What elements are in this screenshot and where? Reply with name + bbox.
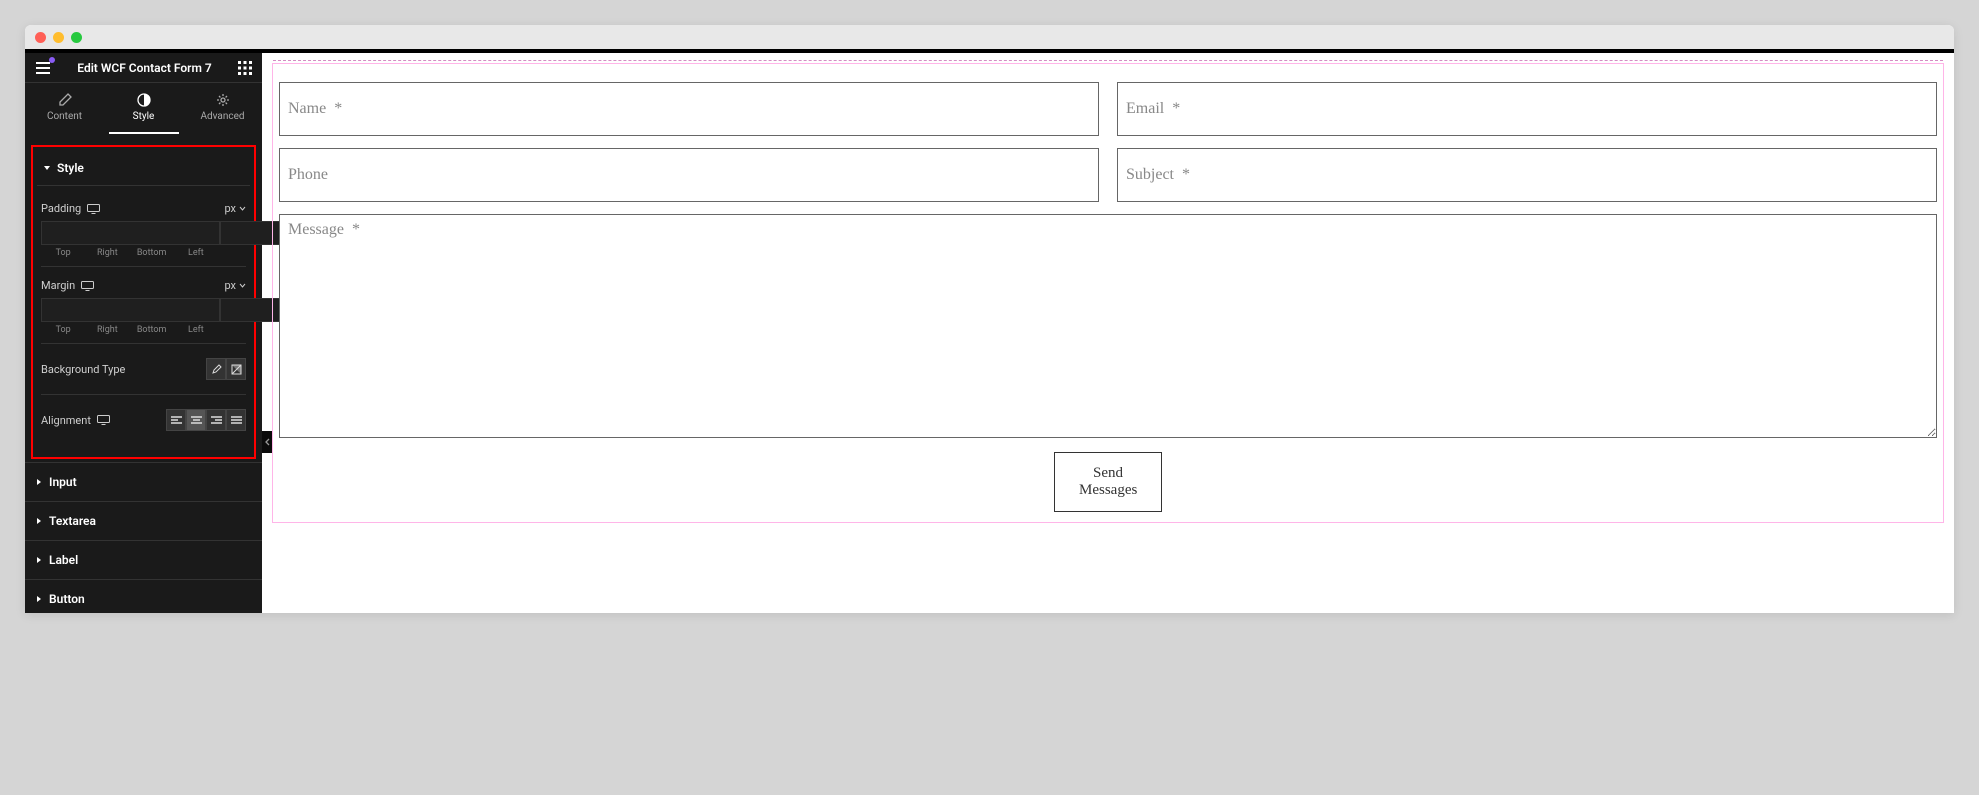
background-type-label: Background Type [41,363,125,376]
sidebar-title: Edit WCF Contact Form 7 [77,61,211,75]
padding-top-input[interactable] [41,221,220,245]
accordion-textarea-label: Textarea [49,514,96,528]
name-field[interactable] [279,82,1099,136]
margin-bottom-label: Bottom [130,325,174,335]
background-type-buttons [206,358,246,380]
desktop-icon[interactable] [87,204,100,214]
editor-canvas[interactable]: Send Messages [262,53,1954,613]
margin-label: Margin [41,279,75,292]
style-panel-highlight: Style Padding px [31,145,256,459]
tab-advanced[interactable]: Advanced [183,83,262,142]
accordion-label-label: Label [49,553,78,567]
tab-content[interactable]: Content [25,83,104,142]
chevron-left-icon [265,438,270,446]
align-justify-icon [231,416,242,425]
margin-top-input[interactable] [41,298,220,322]
align-center-icon [191,416,202,425]
accordion-style[interactable]: Style [37,151,250,185]
margin-inputs [41,298,246,322]
padding-right-label: Right [85,248,129,258]
padding-unit-select[interactable]: px [224,202,246,215]
bg-classic-button[interactable] [206,358,226,380]
tab-content-label: Content [47,111,82,122]
alignment-buttons [166,409,246,431]
app-window: Edit WCF Contact Form 7 Content Style [25,25,1954,613]
caret-right-icon [35,556,43,564]
grid-icon [238,61,252,75]
style-section-body: Padding px [37,185,250,453]
contrast-icon [137,93,151,107]
gradient-icon [231,364,242,375]
alignment-row: Alignment [41,394,246,445]
pencil-icon [58,93,72,107]
align-right-icon [211,416,222,425]
tab-style[interactable]: Style [104,83,183,142]
accordion-button-label: Button [49,592,85,606]
accordion-input[interactable]: Input [25,462,262,501]
margin-top-label: Top [41,325,85,335]
message-field[interactable] [279,214,1937,438]
padding-left-label: Left [174,248,218,258]
alignment-label: Alignment [41,414,91,427]
phone-field[interactable] [279,148,1099,202]
hamburger-menu-button[interactable] [35,60,51,76]
margin-unit-label: px [224,279,236,292]
accordion-style-label: Style [57,161,84,175]
email-field[interactable] [1117,82,1937,136]
desktop-icon[interactable] [81,281,94,291]
padding-bottom-label: Bottom [130,248,174,258]
padding-top-label: Top [41,248,85,258]
accordion-textarea[interactable]: Textarea [25,501,262,540]
widgets-grid-button[interactable] [238,61,252,75]
sidebar-collapse-button[interactable] [262,431,272,453]
editor-sidebar: Edit WCF Contact Form 7 Content Style [25,53,262,613]
caret-right-icon [35,478,43,486]
align-left-button[interactable] [166,409,186,431]
brush-icon [211,364,222,375]
chevron-down-icon [239,206,246,211]
window-titlebar [25,25,1954,49]
caret-down-icon [43,164,51,172]
caret-right-icon [35,595,43,603]
margin-side-labels: Top Right Bottom Left [41,325,246,335]
desktop-icon[interactable] [97,415,110,425]
align-right-button[interactable] [206,409,226,431]
padding-label: Padding [41,202,81,215]
accordion-label[interactable]: Label [25,540,262,579]
align-center-button[interactable] [186,409,206,431]
margin-unit-select[interactable]: px [224,279,246,292]
accordion-button[interactable]: Button [25,579,262,613]
bg-gradient-button[interactable] [226,358,246,380]
window-minimize-icon[interactable] [53,32,64,43]
tab-advanced-label: Advanced [200,111,244,122]
margin-control-row: Margin px [41,266,246,298]
padding-inputs [41,221,246,245]
align-left-icon [171,416,182,425]
margin-right-label: Right [85,325,129,335]
window-close-icon[interactable] [35,32,46,43]
hamburger-icon [35,60,51,76]
gear-icon [216,93,230,107]
background-type-row: Background Type [41,343,246,394]
align-justify-button[interactable] [226,409,246,431]
tab-style-label: Style [133,111,155,122]
accordion-input-label: Input [49,475,77,489]
subject-field[interactable] [1117,148,1937,202]
contact-form-widget[interactable]: Send Messages [272,63,1944,523]
sidebar-header: Edit WCF Contact Form 7 [25,53,262,83]
margin-left-label: Left [174,325,218,335]
window-maximize-icon[interactable] [71,32,82,43]
sidebar-tabs: Content Style Advanced [25,83,262,142]
caret-right-icon [35,517,43,525]
padding-side-labels: Top Right Bottom Left [41,248,246,258]
notification-dot-icon [49,57,55,63]
submit-button[interactable]: Send Messages [1054,452,1162,512]
padding-unit-label: px [224,202,236,215]
chevron-down-icon [239,283,246,288]
padding-control-row: Padding px [41,190,246,221]
